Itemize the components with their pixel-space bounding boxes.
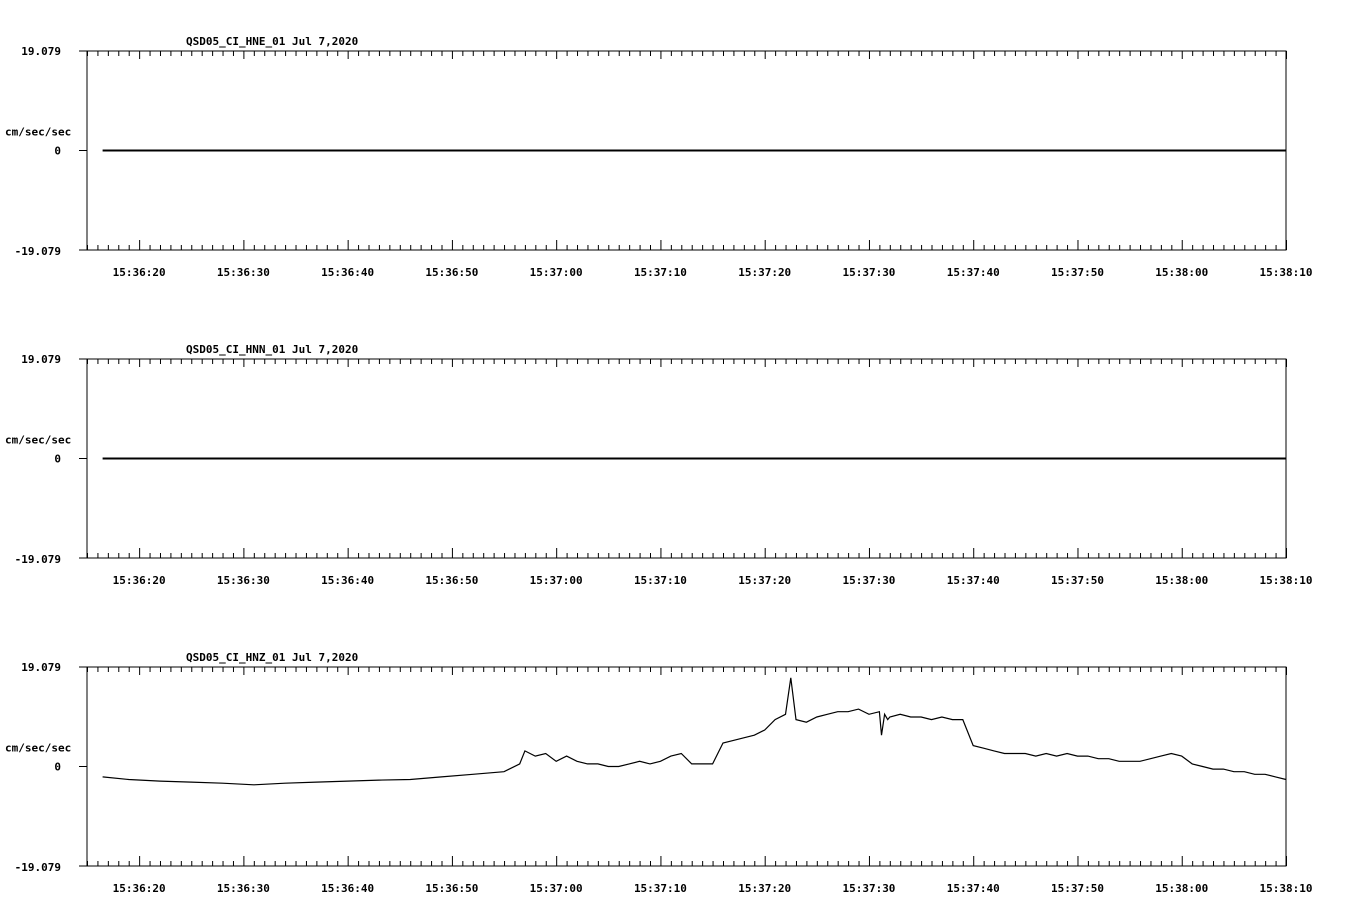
- x-tick-label: 15:36:30: [217, 574, 270, 587]
- x-tick-label: 15:37:10: [634, 882, 687, 895]
- x-tick-label: 15:36:20: [113, 882, 166, 895]
- trace-panel-2: QSD05_CI_HNN_01 Jul 7,2020 19.079 0 -19.079…: [5, 343, 1312, 587]
- x-tick-label: 15:38:00: [1155, 882, 1208, 895]
- y-tick-label-min: -19.079: [15, 553, 61, 566]
- trace-title: QSD05_CI_HNN_01 Jul 7,2020: [186, 343, 358, 356]
- trace-title: QSD05_CI_HNZ_01 Jul 7,2020: [186, 651, 358, 664]
- x-tick-label: 15:37:30: [842, 266, 895, 279]
- x-tick-label: 15:37:10: [634, 266, 687, 279]
- y-axis-label: cm/sec/sec: [5, 434, 71, 447]
- y-tick-label-zero: 0: [54, 145, 61, 158]
- x-tick-label: 15:37:40: [947, 574, 1000, 587]
- y-tick-label-max: 19.079: [21, 45, 61, 58]
- y-tick-label-zero: 0: [54, 761, 61, 774]
- x-tick-label: 15:37:20: [738, 882, 791, 895]
- y-tick-label-min: -19.079: [15, 245, 61, 258]
- y-tick-label-max: 19.079: [21, 661, 61, 674]
- plot-frame: [86, 666, 1287, 867]
- x-tick-label: 15:37:50: [1051, 574, 1104, 587]
- x-tick-label: 15:37:00: [530, 266, 583, 279]
- x-tick-label: 15:36:50: [425, 882, 478, 895]
- x-tick-label: 15:38:00: [1155, 266, 1208, 279]
- x-tick-label: 15:38:10: [1260, 574, 1313, 587]
- x-tick-label: 15:37:00: [530, 882, 583, 895]
- x-tick-label: 15:36:40: [321, 266, 374, 279]
- x-tick-label: 15:37:40: [947, 882, 1000, 895]
- x-tick-label: 15:36:50: [425, 266, 478, 279]
- x-tick-label: 15:36:30: [217, 266, 270, 279]
- x-tick-label: 15:36:40: [321, 882, 374, 895]
- x-tick-label: 15:36:40: [321, 574, 374, 587]
- x-tick-label: 15:37:40: [947, 266, 1000, 279]
- x-tick-label: 15:37:30: [842, 574, 895, 587]
- trace-panel-3: QSD05_CI_HNZ_01 Jul 7,2020 19.079 0 -19.079…: [5, 651, 1312, 895]
- y-axis-label: cm/sec/sec: [5, 742, 71, 755]
- x-tick-label: 15:37:20: [738, 574, 791, 587]
- x-tick-label: 15:37:20: [738, 266, 791, 279]
- trace-line: [102, 677, 1287, 786]
- x-tick-label: 15:38:10: [1260, 266, 1313, 279]
- y-tick-label-min: -19.079: [15, 861, 61, 874]
- seismogram-charts: QSD05_CI_HNE_01 Jul 7,2020 19.079 0 -19.079…: [5, 35, 1312, 895]
- x-tick-label: 15:36:20: [113, 266, 166, 279]
- x-tick-label: 15:36:50: [425, 574, 478, 587]
- x-tick-label: 15:37:50: [1051, 882, 1104, 895]
- x-tick-label: 15:38:00: [1155, 574, 1208, 587]
- x-tick-label: 15:36:20: [113, 574, 166, 587]
- y-axis-label: cm/sec/sec: [5, 126, 71, 139]
- x-tick-label: 15:37:30: [842, 882, 895, 895]
- x-tick-label: 15:38:10: [1260, 882, 1313, 895]
- x-tick-label: 15:37:10: [634, 574, 687, 587]
- x-tick-label: 15:37:50: [1051, 266, 1104, 279]
- trace-title: QSD05_CI_HNE_01 Jul 7,2020: [186, 35, 358, 48]
- y-tick-label-max: 19.079: [21, 353, 61, 366]
- x-tick-label: 15:36:30: [217, 882, 270, 895]
- x-tick-label: 15:37:00: [530, 574, 583, 587]
- y-tick-label-zero: 0: [54, 453, 61, 466]
- trace-panel-1: QSD05_CI_HNE_01 Jul 7,2020 19.079 0 -19.079…: [5, 35, 1312, 279]
